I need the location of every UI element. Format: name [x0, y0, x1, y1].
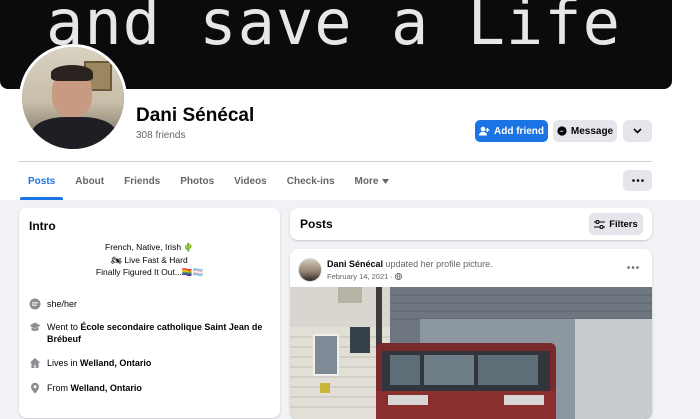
profile-picture[interactable]	[19, 44, 127, 152]
avatar	[22, 47, 124, 149]
graduation-cap-icon	[29, 322, 41, 331]
messenger-icon	[557, 126, 567, 136]
caret-down-icon	[382, 178, 390, 184]
pronouns-text: she/her	[47, 299, 78, 309]
add-friend-label: Add friend	[494, 125, 544, 137]
tab-about[interactable]: About	[65, 162, 114, 200]
home-icon	[29, 358, 41, 368]
bio-line: 🏍 Live Fast & Hard	[111, 254, 188, 265]
post-photo[interactable]	[290, 287, 652, 419]
intro-card: Intro French, Native, Irish 🌵 🏍 Live Fas…	[19, 208, 280, 418]
posts-title: Posts	[300, 217, 333, 231]
filters-button[interactable]: Filters	[589, 213, 643, 235]
cover-text: and save a Life	[46, 0, 621, 59]
profile-picture-photo	[290, 287, 652, 419]
lives-place-link[interactable]: Welland, Ontario	[80, 358, 151, 368]
filters-label: Filters	[609, 218, 638, 230]
posts-header-card: Posts Filters	[290, 208, 652, 240]
more-dots-icon	[627, 266, 639, 269]
intro-pronouns: she/her	[29, 298, 269, 310]
profile-header: and save a Life Dani Sénécal 308 friends…	[0, 0, 700, 200]
tab-check-ins[interactable]: Check-ins	[277, 162, 345, 200]
add-user-icon	[479, 126, 490, 136]
intro-title: Intro	[29, 219, 56, 233]
friends-count[interactable]: 308 friends	[136, 130, 185, 141]
post-author-avatar[interactable]	[298, 258, 322, 282]
tab-more[interactable]: More	[345, 162, 400, 200]
intro-from: From Welland, Ontario	[29, 382, 269, 394]
intro-education: Went to École secondaire catholique Sain…	[29, 321, 269, 345]
globe-icon	[395, 273, 402, 280]
bio-line: Finally Figured It Out...🏳‍🌈🏳‍⚧	[95, 267, 204, 277]
post-card: Dani Sénécal updated her profile picture…	[290, 249, 652, 419]
tab-friends[interactable]: Friends	[114, 162, 170, 200]
add-friend-button[interactable]: Add friend	[475, 120, 548, 142]
post-options-button[interactable]	[627, 260, 639, 272]
post-timestamp[interactable]: February 14, 2021 ·	[327, 272, 402, 281]
post-header: Dani Sénécal updated her profile picture…	[327, 259, 493, 269]
tab-more-label: More	[354, 175, 379, 187]
education-prefix: Went to	[47, 322, 81, 332]
profile-options-button[interactable]	[623, 120, 652, 142]
intro-lives-in: Lives in Welland, Ontario	[29, 357, 269, 369]
location-pin-icon	[31, 382, 39, 394]
filter-sliders-icon	[594, 219, 606, 229]
message-label: Message	[570, 125, 614, 137]
post-date-text: February 14, 2021 ·	[327, 272, 395, 281]
lives-prefix: Lives in	[47, 358, 81, 368]
profile-name: Dani Sénécal	[136, 105, 255, 126]
chevron-down-icon	[633, 128, 642, 134]
speech-bubble-icon	[29, 298, 41, 310]
more-dots-icon	[631, 179, 644, 182]
tabs-more-options-button[interactable]	[623, 170, 652, 191]
intro-bio: French, Native, Irish 🌵 🏍 Live Fast & Ha…	[19, 241, 280, 279]
tab-posts[interactable]: Posts	[18, 162, 65, 200]
post-author-name[interactable]: Dani Sénécal	[327, 259, 383, 269]
post-action-text: updated her profile picture.	[385, 259, 493, 269]
tab-videos[interactable]: Videos	[224, 162, 277, 200]
from-place-link[interactable]: Welland, Ontario	[71, 383, 142, 393]
bio-line: French, Native, Irish 🌵	[105, 242, 194, 252]
education-school-link[interactable]: École secondaire catholique Saint Jean d…	[47, 322, 262, 344]
tab-photos[interactable]: Photos	[170, 162, 224, 200]
message-button[interactable]: Message	[553, 120, 617, 142]
from-prefix: From	[47, 383, 71, 393]
profile-tabs: Posts About Friends Photos Videos Check-…	[18, 162, 399, 200]
